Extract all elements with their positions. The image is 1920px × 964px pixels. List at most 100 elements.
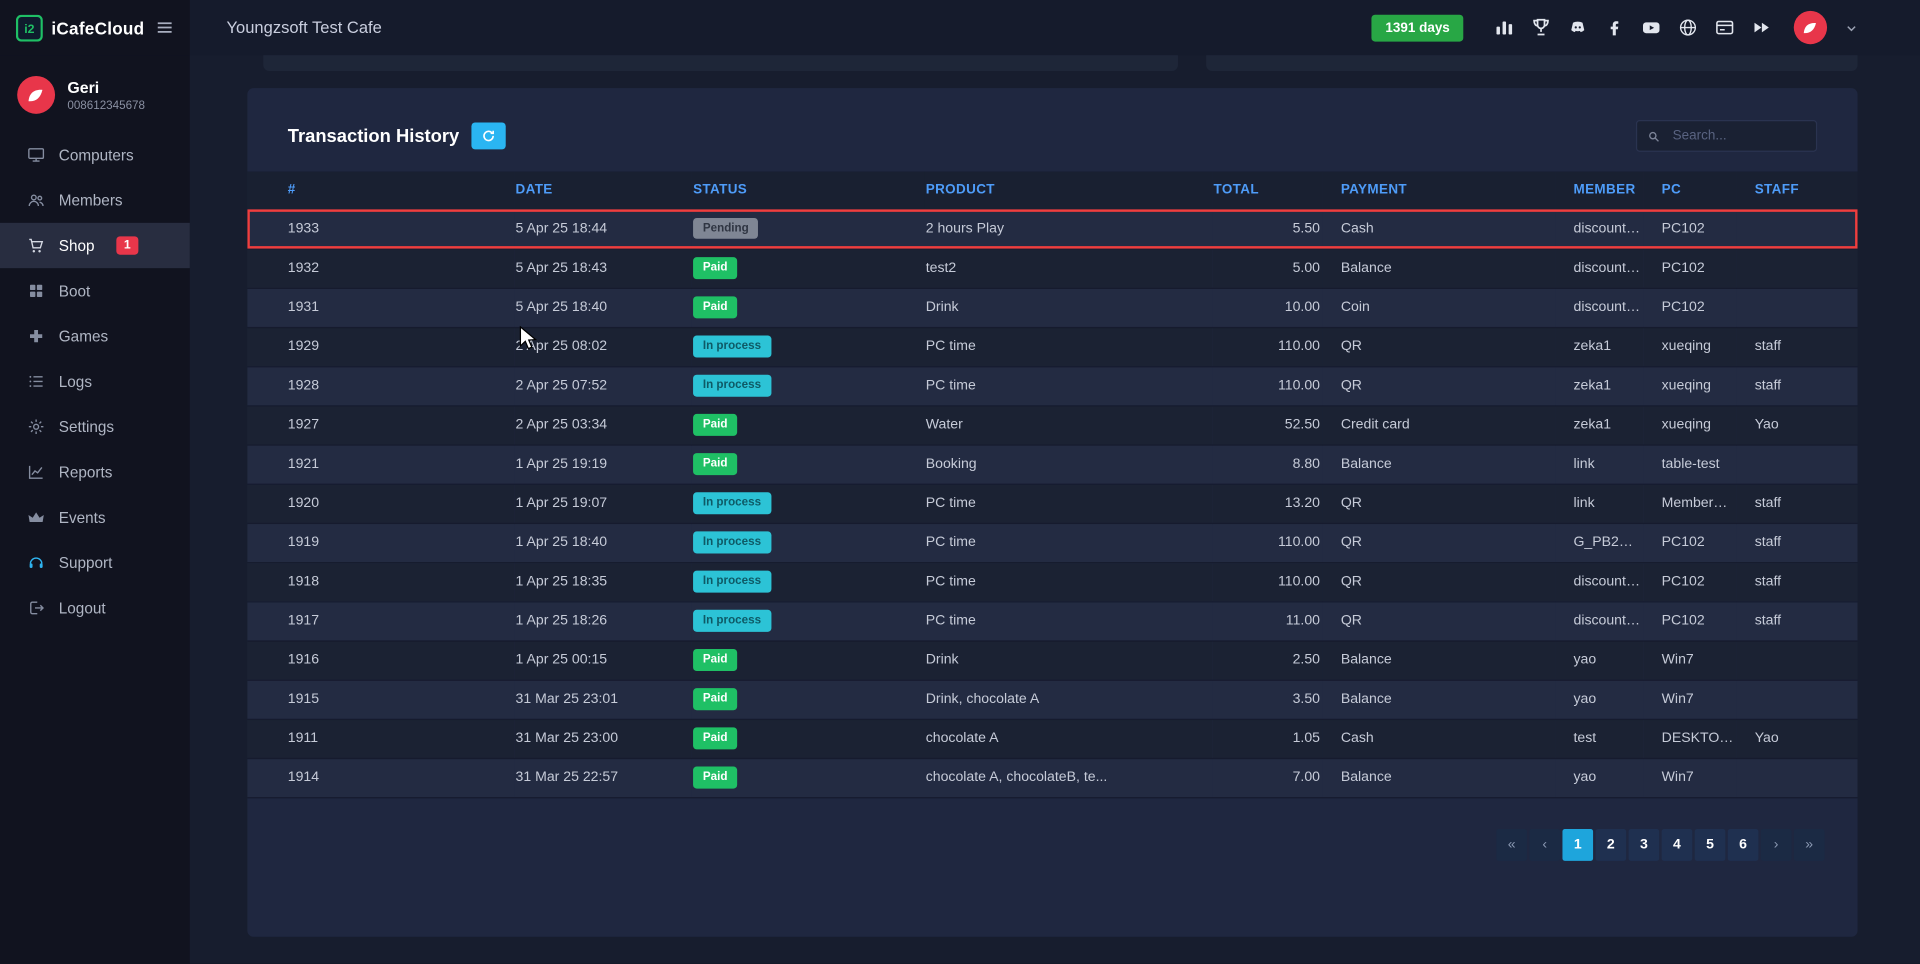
- cell-total: 3.50: [1212, 680, 1322, 719]
- page-3-button[interactable]: 3: [1629, 829, 1660, 861]
- cell-id: 1914: [247, 758, 514, 797]
- menu-toggle-icon[interactable]: [154, 17, 175, 38]
- sidebar-item-support[interactable]: Support: [0, 540, 190, 585]
- page-1-button[interactable]: 1: [1562, 829, 1593, 861]
- discord-icon[interactable]: [1567, 17, 1588, 38]
- table-row[interactable]: 19181 Apr 25 18:35In processPC time110.0…: [247, 562, 1857, 601]
- grid-icon: [27, 282, 45, 300]
- table-row[interactable]: 19315 Apr 25 18:40PaidDrink10.00Coindisc…: [247, 288, 1857, 327]
- transaction-history-card: Transaction History #DATESTATUSPRODUCTTO…: [247, 88, 1857, 937]
- cell-member: yao: [1555, 680, 1643, 719]
- cell-total: 5.50: [1212, 209, 1322, 248]
- table-row[interactable]: 19201 Apr 25 19:07In processPC time13.20…: [247, 484, 1857, 523]
- viewport: i2 iCafeCloud Youngzsoft Test Cafe 1391 …: [0, 0, 1920, 964]
- chevron-down-icon[interactable]: [1844, 20, 1859, 35]
- table-row[interactable]: 19325 Apr 25 18:43Paidtest25.00Balancedi…: [247, 249, 1857, 288]
- page-6-button[interactable]: 6: [1728, 829, 1759, 861]
- table-row[interactable]: 19272 Apr 25 03:34PaidWater52.50Credit c…: [247, 405, 1857, 444]
- search-input[interactable]: [1670, 127, 1807, 144]
- chart-icon[interactable]: [1494, 17, 1515, 38]
- table-row[interactable]: 19292 Apr 25 08:02In processPC time110.0…: [247, 327, 1857, 366]
- main-content: Transaction History #DATESTATUSPRODUCTTO…: [190, 55, 1920, 964]
- cell-pc: xueqing: [1643, 327, 1736, 366]
- table-row[interactable]: 191131 Mar 25 23:00Paidchocolate A1.05Ca…: [247, 719, 1857, 758]
- table-row[interactable]: 19282 Apr 25 07:52In processPC time110.0…: [247, 366, 1857, 405]
- cell-staff: staff: [1736, 327, 1857, 366]
- page-first-button[interactable]: «: [1496, 829, 1527, 861]
- sidebar-item-label: Shop: [59, 237, 95, 254]
- table-row[interactable]: 19171 Apr 25 18:26In processPC time11.00…: [247, 601, 1857, 640]
- youtube-icon[interactable]: [1641, 17, 1662, 38]
- user-avatar-icon[interactable]: [1793, 10, 1829, 46]
- cell-member: discounttest: [1555, 209, 1643, 248]
- apps-icon[interactable]: [1751, 17, 1772, 38]
- gamepad-icon: [27, 327, 45, 345]
- status-badge: In process: [693, 571, 771, 592]
- page-4-button[interactable]: 4: [1662, 829, 1693, 861]
- page-prev-button[interactable]: ‹: [1529, 829, 1560, 861]
- cell-pc: PC102: [1643, 288, 1736, 327]
- logout-icon: [27, 599, 45, 617]
- sidebar-item-games[interactable]: Games: [0, 313, 190, 358]
- cell-id: 1931: [247, 288, 514, 327]
- sidebar-item-reports[interactable]: Reports: [0, 449, 190, 494]
- sidebar-item-boot[interactable]: Boot: [0, 268, 190, 313]
- page-2-button[interactable]: 2: [1596, 829, 1627, 861]
- topbar-right: 1391 days: [1372, 10, 1920, 46]
- status-badge: In process: [693, 610, 771, 631]
- cell-pc: DESKTOP-Q...: [1643, 719, 1736, 758]
- table-row[interactable]: 19191 Apr 25 18:40In processPC time110.0…: [247, 523, 1857, 562]
- status-badge: In process: [693, 493, 771, 514]
- cell-date: 5 Apr 25 18:40: [514, 288, 692, 327]
- table-row[interactable]: 191431 Mar 25 22:57Paidchocolate A, choc…: [247, 758, 1857, 797]
- cell-product: Drink: [924, 640, 1212, 679]
- globe-icon[interactable]: [1678, 17, 1699, 38]
- cell-staff: [1736, 209, 1857, 248]
- cell-product: Booking: [924, 444, 1212, 483]
- page-5-button[interactable]: 5: [1695, 829, 1726, 861]
- sidebar-item-members[interactable]: Members: [0, 178, 190, 223]
- cell-product: PC time: [924, 562, 1212, 601]
- cell-total: 110.00: [1212, 327, 1322, 366]
- table-row[interactable]: 19161 Apr 25 00:15PaidDrink2.50Balanceya…: [247, 640, 1857, 679]
- sidebar-item-settings[interactable]: Settings: [0, 404, 190, 449]
- column-header-date: DATE: [514, 171, 692, 209]
- page-last-button[interactable]: »: [1794, 829, 1825, 861]
- cell-product: Water: [924, 405, 1212, 444]
- cell-status: Paid: [692, 288, 925, 327]
- sidebar-item-logs[interactable]: Logs: [0, 359, 190, 404]
- cell-product: PC time: [924, 327, 1212, 366]
- cell-status: Paid: [692, 405, 925, 444]
- sidebar-item-computers[interactable]: Computers: [0, 132, 190, 177]
- cell-total: 110.00: [1212, 562, 1322, 601]
- cell-staff: [1736, 640, 1857, 679]
- sidebar-item-shop[interactable]: Shop1: [0, 223, 190, 268]
- cell-total: 7.00: [1212, 758, 1322, 797]
- cell-staff: [1736, 249, 1857, 288]
- cell-id: 1920: [247, 484, 514, 523]
- cell-staff: [1736, 288, 1857, 327]
- facebook-icon[interactable]: [1604, 17, 1625, 38]
- days-badge[interactable]: 1391 days: [1372, 14, 1463, 41]
- status-badge: Paid: [693, 767, 737, 788]
- sidebar-item-label: Events: [59, 509, 106, 526]
- refresh-button[interactable]: [471, 122, 505, 149]
- table-row[interactable]: 191531 Mar 25 23:01PaidDrink, chocolate …: [247, 680, 1857, 719]
- license-icon[interactable]: [1714, 17, 1735, 38]
- cell-payment: Cash: [1322, 209, 1555, 248]
- sidebar-item-events[interactable]: Events: [0, 495, 190, 540]
- cell-member: discounttest: [1555, 249, 1643, 288]
- trophy-icon[interactable]: [1531, 17, 1552, 38]
- cell-pc: Win7: [1643, 680, 1736, 719]
- cell-id: 1918: [247, 562, 514, 601]
- page-title: Transaction History: [288, 126, 459, 147]
- brand-name: iCafeCloud: [51, 18, 144, 38]
- sidebar-item-label: Games: [59, 328, 108, 345]
- cell-date: 5 Apr 25 18:43: [514, 249, 692, 288]
- table-row[interactable]: 19211 Apr 25 19:19PaidBooking8.80Balance…: [247, 444, 1857, 483]
- page-next-button[interactable]: ›: [1761, 829, 1792, 861]
- table-row[interactable]: 19335 Apr 25 18:44Pending2 hours Play5.5…: [247, 209, 1857, 248]
- sidebar-item-logout[interactable]: Logout: [0, 585, 190, 630]
- column-header-total: TOTAL: [1212, 171, 1322, 209]
- transactions-table: #DATESTATUSPRODUCTTOTALPAYMENTMEMBERPCST…: [247, 171, 1857, 797]
